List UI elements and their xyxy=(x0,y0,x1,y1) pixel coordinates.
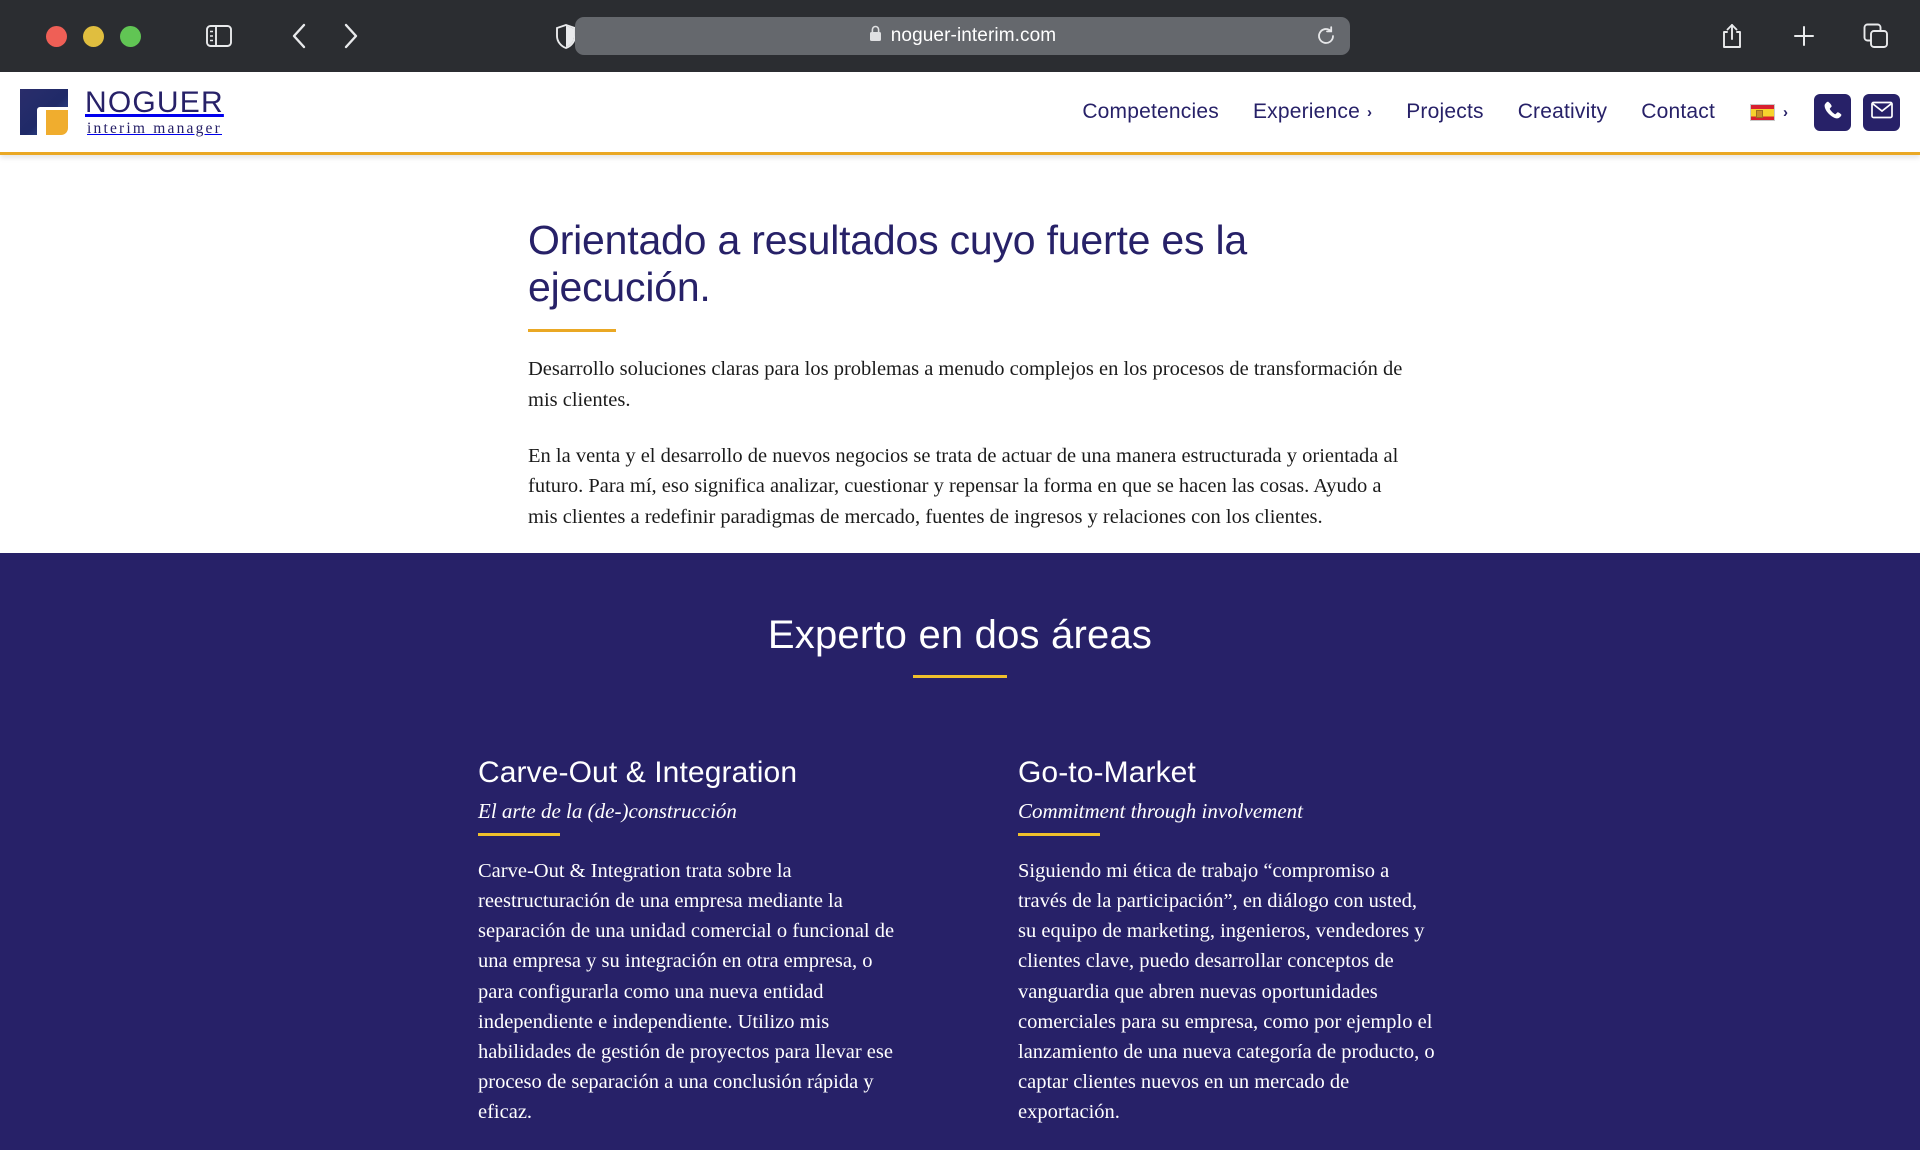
tab-overview-icon[interactable] xyxy=(1856,16,1896,56)
main-navigation: Competencies Experience › Projects Creat… xyxy=(1065,92,1900,132)
noguer-logo-mark xyxy=(18,87,72,137)
nav-label: Competencies xyxy=(1082,100,1219,123)
chevron-right-icon[interactable] xyxy=(331,16,371,56)
page-title: Orientado a resultados cuyo fuerte es la… xyxy=(528,217,1248,311)
nav-item-experience[interactable]: Experience › xyxy=(1236,92,1389,132)
site-logo[interactable]: NOGUER interim manager xyxy=(18,87,224,137)
phone-icon xyxy=(1823,100,1843,125)
plus-icon[interactable] xyxy=(1784,16,1824,56)
share-icon[interactable] xyxy=(1712,16,1752,56)
intro-paragraph-1: Desarrollo soluciones claras para los pr… xyxy=(528,358,1403,411)
nav-label: Creativity xyxy=(1517,100,1608,123)
nav-item-contact[interactable]: Contact xyxy=(1624,92,1732,132)
sidebar-toggle-icon[interactable] xyxy=(199,16,239,56)
intro-paragraph-2: En la venta y el desarrollo de nuevos ne… xyxy=(528,444,1399,528)
email-button[interactable] xyxy=(1863,93,1900,131)
title-underline xyxy=(528,329,616,333)
card-title: Go-to-Market xyxy=(1018,756,1196,789)
chevron-right-icon: › xyxy=(1783,103,1788,121)
card-go-to-market: Go-to-Market Commitment through involvem… xyxy=(1018,756,1438,1150)
window-controls xyxy=(46,25,141,47)
logo-subtitle: interim manager xyxy=(87,119,222,137)
card-underline xyxy=(1018,833,1100,836)
expertise-section: Experto en dos áreas Carve-Out & Integra… xyxy=(0,553,1920,1150)
card-subtitle: El arte de la (de-)construcción xyxy=(478,799,737,823)
webpage: NOGUER interim manager Competencies Expe… xyxy=(0,72,1920,1150)
expertise-heading: Experto en dos áreas xyxy=(767,613,1153,657)
close-window-button[interactable] xyxy=(46,25,67,47)
site-header: NOGUER interim manager Competencies Expe… xyxy=(0,72,1920,155)
card-title: Carve-Out & Integration xyxy=(478,756,798,789)
spain-flag-icon xyxy=(1750,103,1775,121)
language-switcher[interactable]: › xyxy=(1732,96,1802,129)
card-body: Siguiendo mi ética de trabajo “compromis… xyxy=(1018,860,1435,1123)
chevron-left-icon[interactable] xyxy=(279,16,319,56)
logo-text: NOGUER interim manager xyxy=(85,85,224,137)
chrome-right-actions xyxy=(1712,16,1896,56)
nav-label: Projects xyxy=(1406,100,1484,123)
card-body: Carve-Out & Integration trata sobre la r… xyxy=(478,860,895,1123)
nav-label: Contact xyxy=(1641,100,1715,123)
zoom-window-button[interactable] xyxy=(120,25,141,47)
expertise-cards: Carve-Out & Integration El arte de la (d… xyxy=(478,756,1920,1150)
browser-chrome: noguer-interim.com xyxy=(0,0,1920,72)
minimize-window-button[interactable] xyxy=(83,25,104,47)
nav-label: Experience xyxy=(1252,100,1361,123)
nav-item-creativity[interactable]: Creativity xyxy=(1501,92,1625,132)
nav-item-projects[interactable]: Projects xyxy=(1389,92,1500,132)
nav-item-competencies[interactable]: Competencies xyxy=(1065,92,1236,132)
chevron-right-icon: › xyxy=(1367,103,1373,121)
expertise-heading-underline xyxy=(913,675,1007,678)
reload-icon[interactable] xyxy=(1316,26,1336,46)
url-text: noguer-interim.com xyxy=(890,25,1057,46)
card-subtitle: Commitment through involvement xyxy=(1018,799,1304,823)
lock-icon xyxy=(869,25,882,47)
logo-title: NOGUER xyxy=(85,85,224,119)
card-carve-out: Carve-Out & Integration El arte de la (d… xyxy=(478,756,898,1150)
address-bar[interactable]: noguer-interim.com xyxy=(575,17,1350,55)
card-underline xyxy=(478,833,560,836)
envelope-icon xyxy=(1870,101,1893,124)
intro-section: Orientado a resultados cuyo fuerte es la… xyxy=(0,155,1920,553)
phone-button[interactable] xyxy=(1814,93,1851,131)
navigation-arrows xyxy=(279,16,371,56)
